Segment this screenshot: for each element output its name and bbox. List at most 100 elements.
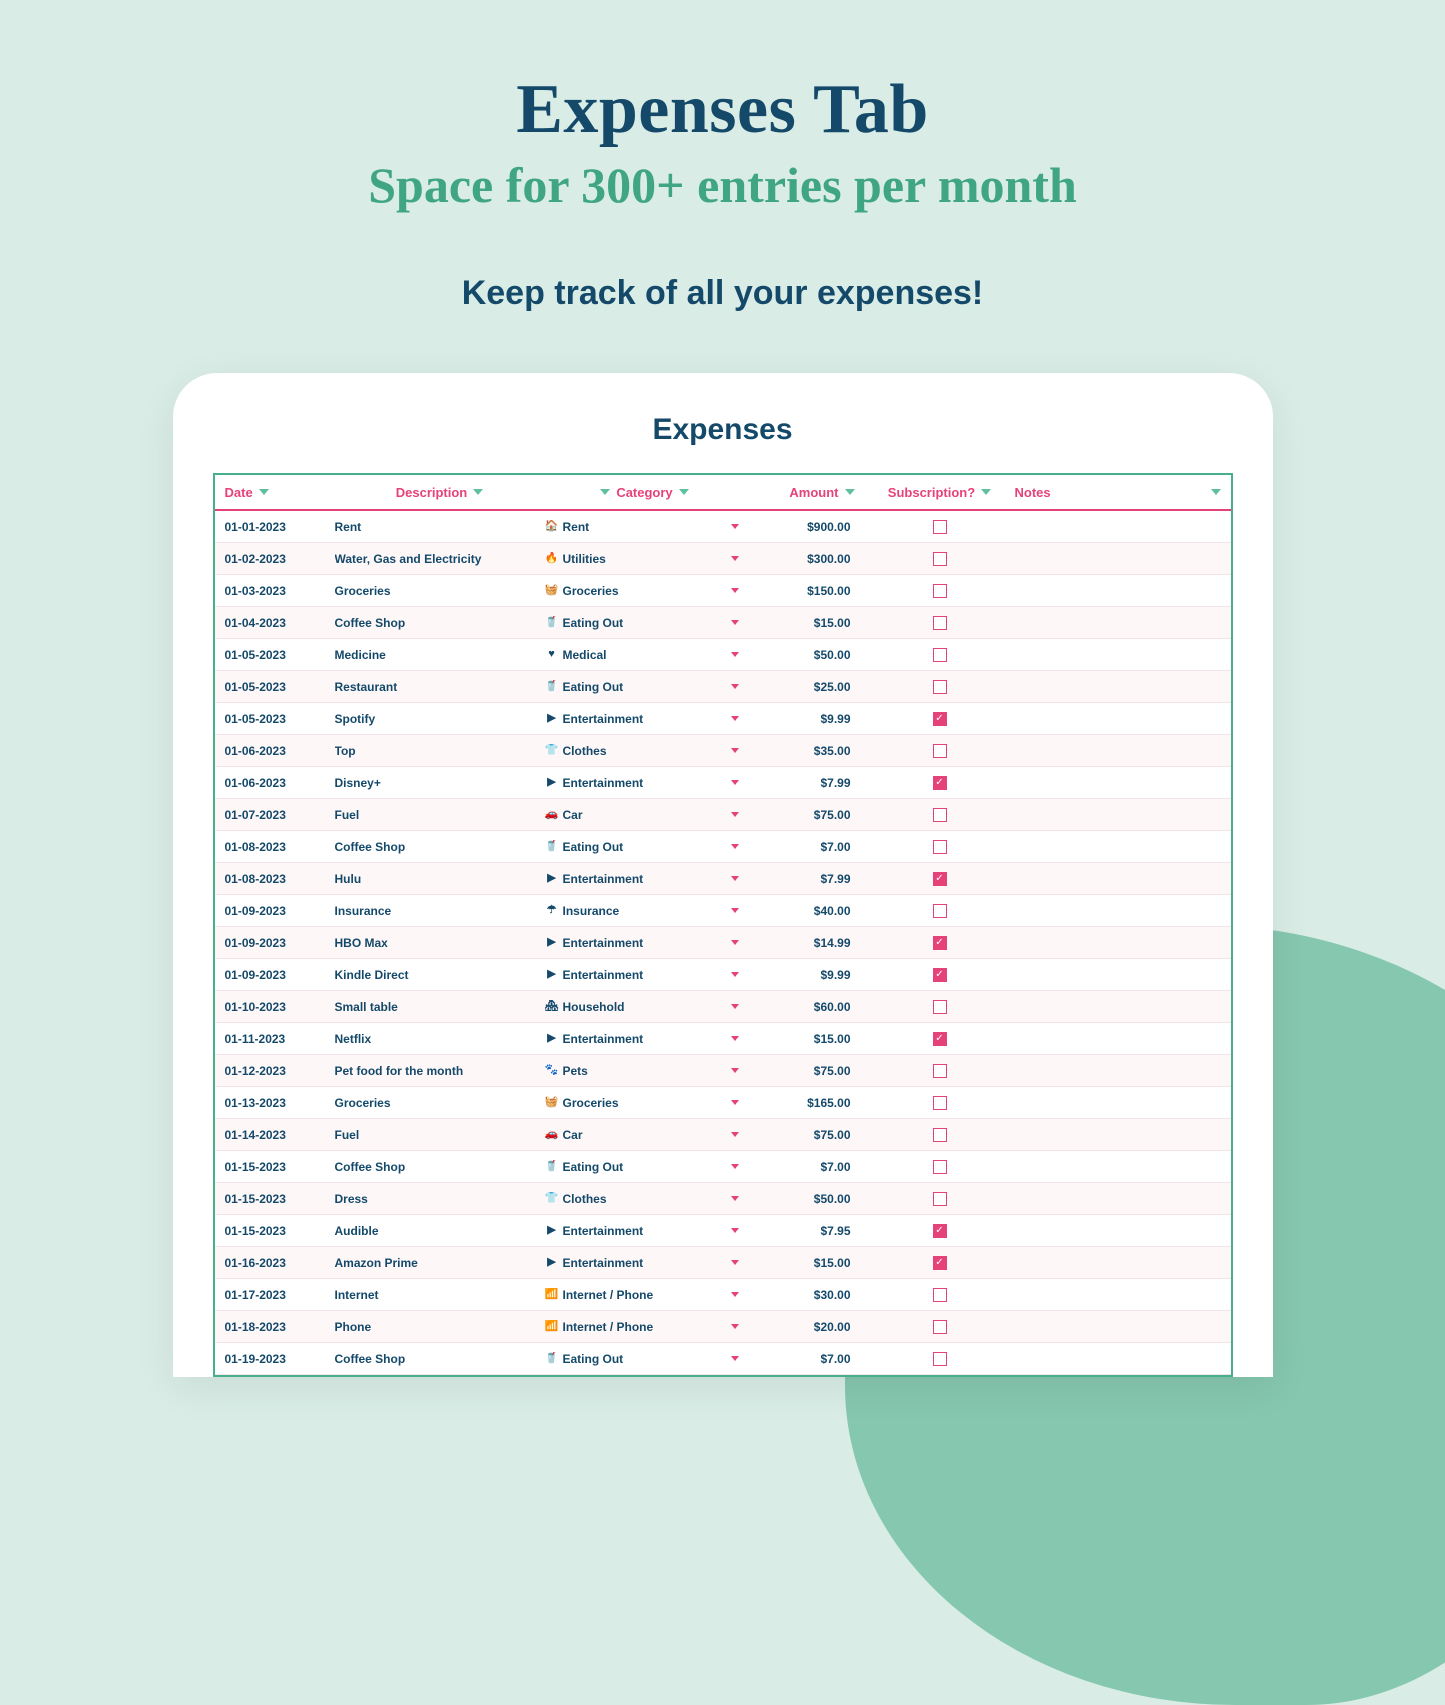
cell-amount[interactable]: $7.99 xyxy=(745,872,865,886)
table-row[interactable]: 01-09-2023Kindle Direct▶Entertainment$9.… xyxy=(215,959,1231,991)
cell-date[interactable]: 01-04-2023 xyxy=(225,616,335,630)
subscription-checkbox[interactable] xyxy=(933,840,947,854)
subscription-checkbox[interactable] xyxy=(933,968,947,982)
subscription-checkbox[interactable] xyxy=(933,712,947,726)
header-date[interactable]: Date xyxy=(225,485,335,500)
filter-icon[interactable] xyxy=(981,489,991,495)
cell-subscription[interactable] xyxy=(865,1320,1015,1334)
cell-date[interactable]: 01-06-2023 xyxy=(225,776,335,790)
cell-description[interactable]: Phone xyxy=(335,1320,545,1334)
cell-description[interactable]: Coffee Shop xyxy=(335,1160,545,1174)
header-description[interactable]: Description xyxy=(335,485,545,500)
cell-description[interactable]: Hulu xyxy=(335,872,545,886)
cell-amount[interactable]: $50.00 xyxy=(745,648,865,662)
cell-subscription[interactable] xyxy=(865,936,1015,950)
cell-date[interactable]: 01-08-2023 xyxy=(225,872,335,886)
cell-subscription[interactable] xyxy=(865,808,1015,822)
dropdown-icon[interactable] xyxy=(731,812,739,817)
cell-date[interactable]: 01-10-2023 xyxy=(225,1000,335,1014)
cell-subscription[interactable] xyxy=(865,520,1015,534)
dropdown-icon[interactable] xyxy=(731,1036,739,1041)
subscription-checkbox[interactable] xyxy=(933,1128,947,1142)
cell-subscription[interactable] xyxy=(865,552,1015,566)
cell-category[interactable]: ▶Entertainment xyxy=(545,1224,745,1238)
subscription-checkbox[interactable] xyxy=(933,904,947,918)
cell-category[interactable]: ▶Entertainment xyxy=(545,1256,745,1270)
cell-amount[interactable]: $7.99 xyxy=(745,776,865,790)
cell-subscription[interactable] xyxy=(865,1000,1015,1014)
cell-description[interactable]: Coffee Shop xyxy=(335,616,545,630)
header-notes[interactable]: Notes xyxy=(1015,485,1221,500)
cell-amount[interactable]: $25.00 xyxy=(745,680,865,694)
dropdown-icon[interactable] xyxy=(731,876,739,881)
cell-category[interactable]: 🥤Eating Out xyxy=(545,680,745,694)
cell-amount[interactable]: $15.00 xyxy=(745,1032,865,1046)
cell-amount[interactable]: $9.99 xyxy=(745,968,865,982)
cell-subscription[interactable] xyxy=(865,1352,1015,1366)
table-row[interactable]: 01-13-2023Groceries🧺Groceries$165.00 xyxy=(215,1087,1231,1119)
cell-amount[interactable]: $60.00 xyxy=(745,1000,865,1014)
cell-category[interactable]: 📶Internet / Phone xyxy=(545,1288,745,1302)
cell-date[interactable]: 01-16-2023 xyxy=(225,1256,335,1270)
table-row[interactable]: 01-07-2023Fuel🚗Car$75.00 xyxy=(215,799,1231,831)
cell-description[interactable]: Spotify xyxy=(335,712,545,726)
cell-category[interactable]: ☂Insurance xyxy=(545,904,745,918)
table-row[interactable]: 01-05-2023Restaurant🥤Eating Out$25.00 xyxy=(215,671,1231,703)
dropdown-icon[interactable] xyxy=(731,1100,739,1105)
cell-category[interactable]: 🧺Groceries xyxy=(545,584,745,598)
subscription-checkbox[interactable] xyxy=(933,648,947,662)
table-row[interactable]: 01-17-2023Internet📶Internet / Phone$30.0… xyxy=(215,1279,1231,1311)
dropdown-icon[interactable] xyxy=(731,652,739,657)
cell-amount[interactable]: $300.00 xyxy=(745,552,865,566)
cell-date[interactable]: 01-05-2023 xyxy=(225,648,335,662)
table-row[interactable]: 01-11-2023Netflix▶Entertainment$15.00 xyxy=(215,1023,1231,1055)
cell-category[interactable]: 🔥Utilities xyxy=(545,552,745,566)
dropdown-icon[interactable] xyxy=(731,1324,739,1329)
dropdown-icon[interactable] xyxy=(731,588,739,593)
cell-amount[interactable]: $30.00 xyxy=(745,1288,865,1302)
cell-description[interactable]: Disney+ xyxy=(335,776,545,790)
header-category[interactable]: Category xyxy=(545,485,745,500)
cell-date[interactable]: 01-15-2023 xyxy=(225,1224,335,1238)
filter-icon[interactable] xyxy=(259,489,269,495)
dropdown-icon[interactable] xyxy=(731,908,739,913)
dropdown-icon[interactable] xyxy=(731,524,739,529)
cell-subscription[interactable] xyxy=(865,680,1015,694)
cell-subscription[interactable] xyxy=(865,904,1015,918)
subscription-checkbox[interactable] xyxy=(933,1256,947,1270)
dropdown-icon[interactable] xyxy=(731,1004,739,1009)
cell-amount[interactable]: $165.00 xyxy=(745,1096,865,1110)
dropdown-icon[interactable] xyxy=(731,684,739,689)
cell-description[interactable]: Groceries xyxy=(335,1096,545,1110)
cell-amount[interactable]: $7.00 xyxy=(745,1352,865,1366)
subscription-checkbox[interactable] xyxy=(933,680,947,694)
cell-date[interactable]: 01-02-2023 xyxy=(225,552,335,566)
cell-date[interactable]: 01-07-2023 xyxy=(225,808,335,822)
cell-subscription[interactable] xyxy=(865,1288,1015,1302)
dropdown-icon[interactable] xyxy=(731,1292,739,1297)
cell-category[interactable]: ▶Entertainment xyxy=(545,936,745,950)
cell-description[interactable]: Small table xyxy=(335,1000,545,1014)
cell-category[interactable]: ▶Entertainment xyxy=(545,968,745,982)
cell-subscription[interactable] xyxy=(865,744,1015,758)
table-row[interactable]: 01-16-2023Amazon Prime▶Entertainment$15.… xyxy=(215,1247,1231,1279)
subscription-checkbox[interactable] xyxy=(933,776,947,790)
subscription-checkbox[interactable] xyxy=(933,936,947,950)
dropdown-icon[interactable] xyxy=(731,844,739,849)
cell-category[interactable]: 🥤Eating Out xyxy=(545,1352,745,1366)
cell-amount[interactable]: $40.00 xyxy=(745,904,865,918)
cell-category[interactable]: 👕Clothes xyxy=(545,744,745,758)
subscription-checkbox[interactable] xyxy=(933,1192,947,1206)
cell-description[interactable]: Groceries xyxy=(335,584,545,598)
table-row[interactable]: 01-18-2023Phone📶Internet / Phone$20.00 xyxy=(215,1311,1231,1343)
cell-amount[interactable]: $150.00 xyxy=(745,584,865,598)
cell-description[interactable]: Top xyxy=(335,744,545,758)
dropdown-icon[interactable] xyxy=(731,716,739,721)
header-amount[interactable]: Amount xyxy=(745,485,865,500)
cell-subscription[interactable] xyxy=(865,1160,1015,1174)
cell-description[interactable]: HBO Max xyxy=(335,936,545,950)
cell-subscription[interactable] xyxy=(865,1064,1015,1078)
cell-amount[interactable]: $15.00 xyxy=(745,616,865,630)
cell-subscription[interactable] xyxy=(865,1224,1015,1238)
subscription-checkbox[interactable] xyxy=(933,1160,947,1174)
